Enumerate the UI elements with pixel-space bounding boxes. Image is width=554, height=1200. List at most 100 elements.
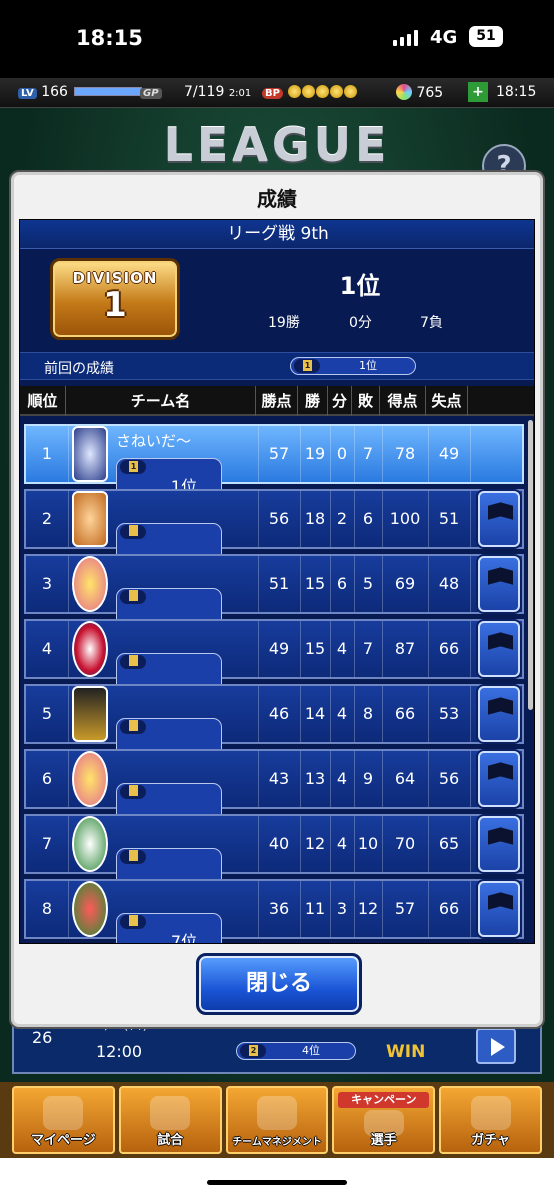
play-button[interactable] xyxy=(476,1028,516,1064)
challenge-flag-button[interactable] xyxy=(478,621,520,677)
cell-divider xyxy=(330,881,331,937)
prev-arrow-icon xyxy=(120,525,146,539)
cell-divider xyxy=(330,491,331,547)
cell-gf: 87 xyxy=(394,639,416,658)
status-bar: 18:15 4G 51 xyxy=(0,0,554,78)
col-draws: 分 xyxy=(328,386,352,416)
losses-count: 7負 xyxy=(420,315,443,331)
cell-divider xyxy=(382,751,383,807)
battery-icon: 51 xyxy=(469,26,503,47)
nav-players[interactable]: キャンペーン 選手 xyxy=(332,1086,436,1154)
team-name xyxy=(116,495,266,517)
cell-divider xyxy=(470,881,471,937)
cell-divider xyxy=(68,426,69,482)
cell-divider xyxy=(382,881,383,937)
cell-w: 13 xyxy=(304,769,326,788)
cell-divider xyxy=(428,751,429,807)
add-gems-button[interactable]: + xyxy=(468,82,488,102)
cell-divider xyxy=(330,816,331,872)
gp-badge: GP xyxy=(140,88,162,99)
col-goals-against: 失点 xyxy=(426,386,468,416)
previous-result-label: 前回の成績 xyxy=(44,361,114,377)
division-number: 1 xyxy=(103,285,127,325)
cell-w: 14 xyxy=(304,704,326,723)
team-emblem xyxy=(72,881,108,937)
previous-rank-pill: 7位 xyxy=(116,913,222,943)
challenge-flag-button[interactable] xyxy=(478,816,520,872)
scrollbar[interactable] xyxy=(528,420,533,710)
game-clock: 18:15 xyxy=(496,84,537,100)
nav-team-management[interactable]: チームマネジメント xyxy=(225,1086,329,1154)
challenge-flag-button[interactable] xyxy=(478,881,520,937)
status-time: 18:15 xyxy=(76,26,143,50)
bp-coin-icon xyxy=(330,85,344,98)
cell-w: 12 xyxy=(304,834,326,853)
table-row[interactable]: 6 43 13 4 9 64 56 xyxy=(24,749,524,839)
cell-divider xyxy=(470,751,471,807)
cell-divider xyxy=(470,621,471,677)
cell-d: 0 xyxy=(336,444,348,463)
standings-header: 順位 チーム名 勝点 勝 分 敗 得点 失点 xyxy=(20,386,534,416)
cell-gf: 64 xyxy=(394,769,416,788)
team-emblem xyxy=(72,686,108,742)
bp-badge: BP xyxy=(262,88,283,99)
table-row[interactable]: 3 51 15 6 5 69 48 xyxy=(24,554,524,644)
gp-value-wrap: 7/119 2:01 xyxy=(184,84,251,100)
formation-icon xyxy=(256,1096,297,1130)
previous-result-bar: 前回の成績 1 1位 xyxy=(20,352,534,380)
table-row[interactable]: 1 57 19 0 7 78 49 さねいだ～ 1 1位 xyxy=(24,424,524,514)
cell-d: 4 xyxy=(336,769,348,788)
cell-divider xyxy=(354,621,355,677)
team-name xyxy=(116,560,266,582)
cell-pos: 5 xyxy=(41,704,53,723)
cell-divider xyxy=(382,426,383,482)
results-dialog: 成績 リーグ戦 9th DIVISION 1 1位 19勝 0分 7負 前回の成… xyxy=(11,172,543,1027)
cell-ga: 66 xyxy=(438,899,460,918)
cell-divider xyxy=(354,556,355,612)
col-points: 勝点 xyxy=(256,386,298,416)
bp-coin-icon xyxy=(288,85,302,98)
level-badge: LV xyxy=(18,88,37,99)
cell-l: 5 xyxy=(362,574,374,593)
nav-match[interactable]: 試合 xyxy=(118,1086,222,1154)
challenge-flag-button[interactable] xyxy=(478,751,520,807)
prev-arrow-icon: 2 xyxy=(240,1044,266,1058)
table-row[interactable]: 8 36 11 3 12 57 66 7位 xyxy=(24,879,524,943)
challenge-flag-button[interactable] xyxy=(478,686,520,742)
cell-divider xyxy=(68,621,69,677)
cell-d: 6 xyxy=(336,574,348,593)
table-row[interactable]: 7 40 12 4 10 70 65 xyxy=(24,814,524,904)
nav-gacha[interactable]: ガチャ xyxy=(439,1086,542,1154)
cell-divider xyxy=(68,881,69,937)
team-name xyxy=(116,690,266,712)
prev-arrow-icon xyxy=(120,915,146,929)
cell-pos: 3 xyxy=(41,574,53,593)
gp-display: GP xyxy=(140,84,162,100)
cell-divider xyxy=(470,556,471,612)
cell-divider xyxy=(354,491,355,547)
wins-count: 19勝 xyxy=(268,315,300,331)
team-name xyxy=(116,625,266,647)
cell-w: 19 xyxy=(304,444,326,463)
cell-w: 18 xyxy=(304,509,326,528)
col-losses: 敗 xyxy=(352,386,380,416)
cell-d: 4 xyxy=(336,704,348,723)
dialog-body: リーグ戦 9th DIVISION 1 1位 19勝 0分 7負 前回の成績 1… xyxy=(19,219,535,944)
close-button[interactable]: 閉じる xyxy=(196,953,362,1015)
cell-divider xyxy=(428,816,429,872)
cell-l: 7 xyxy=(362,444,374,463)
cell-pos: 1 xyxy=(41,444,53,463)
cell-divider xyxy=(300,621,301,677)
cards-icon xyxy=(470,1096,511,1130)
challenge-flag-button[interactable] xyxy=(478,556,520,612)
nav-mypage[interactable]: マイページ xyxy=(12,1086,115,1154)
table-row[interactable]: 4 49 15 4 7 87 66 xyxy=(24,619,524,709)
gem-icon xyxy=(396,84,412,100)
cell-divider xyxy=(68,751,69,807)
col-team: チーム名 xyxy=(66,386,256,416)
cell-gf: 69 xyxy=(394,574,416,593)
table-row[interactable]: 2 56 18 2 6 100 51 xyxy=(24,489,524,579)
challenge-flag-button[interactable] xyxy=(478,491,520,547)
screen-title: LEAGUE xyxy=(163,118,391,172)
table-row[interactable]: 5 46 14 4 8 66 53 xyxy=(24,684,524,774)
